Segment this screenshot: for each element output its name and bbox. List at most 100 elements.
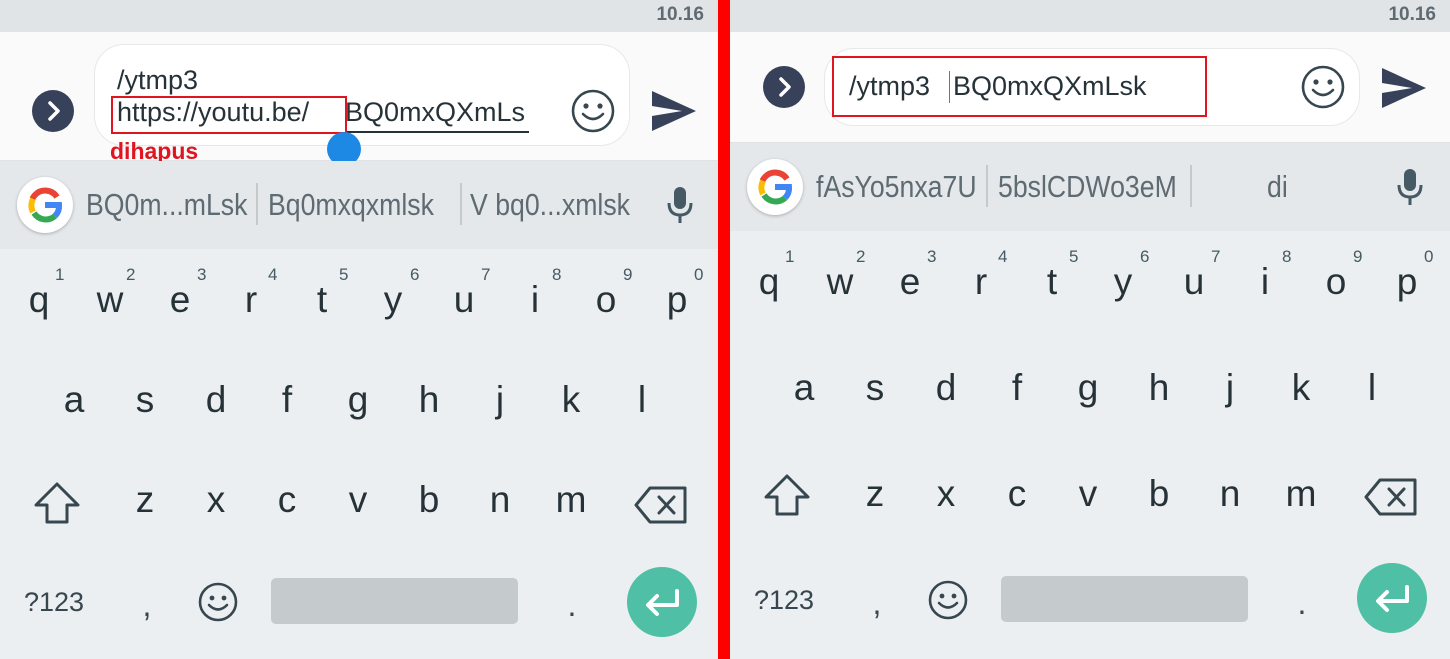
key-period[interactable]: . <box>557 587 587 624</box>
key-hint: 1 <box>55 265 65 284</box>
suggestion-divider <box>986 165 988 207</box>
key-s[interactable]: s <box>845 367 905 409</box>
key-o[interactable]: o <box>576 279 636 321</box>
suggestion-strip: BQ0m...mLsk Bq0mxqxmlsk V bq0...xmlsk <box>0 161 718 249</box>
key-x[interactable]: x <box>916 473 976 515</box>
key-hint: 0 <box>694 265 704 284</box>
suggestion-1[interactable]: BQ0m...mLsk <box>86 187 247 223</box>
expand-icon[interactable] <box>763 66 805 108</box>
emoji-icon[interactable] <box>1300 64 1346 115</box>
key-h[interactable]: h <box>1129 367 1189 409</box>
key-r[interactable]: r <box>221 279 281 321</box>
key-i[interactable]: i <box>505 279 565 321</box>
key-b[interactable]: b <box>399 479 459 521</box>
key-comma[interactable]: , <box>862 585 892 622</box>
key-w[interactable]: w <box>810 261 870 303</box>
key-m[interactable]: m <box>1271 473 1331 515</box>
key-u[interactable]: u <box>1164 261 1224 303</box>
key-f[interactable]: f <box>257 379 317 421</box>
google-icon[interactable] <box>747 159 803 215</box>
key-c[interactable]: c <box>257 479 317 521</box>
key-period[interactable]: . <box>1287 585 1317 622</box>
key-v[interactable]: v <box>328 479 388 521</box>
key-j[interactable]: j <box>470 379 530 421</box>
key-hint: 4 <box>998 247 1008 266</box>
backspace-icon[interactable] <box>1364 477 1418 522</box>
suggestion-2[interactable]: 5bslCDWo3eM <box>998 169 1177 205</box>
status-bar: 10.16 <box>0 0 718 32</box>
key-d[interactable]: d <box>186 379 246 421</box>
key-p[interactable]: p <box>647 279 707 321</box>
key-a[interactable]: a <box>44 379 104 421</box>
suggestion-divider <box>460 183 462 225</box>
key-hint: 3 <box>927 247 937 266</box>
shift-icon[interactable] <box>763 473 811 522</box>
key-n[interactable]: n <box>1200 473 1260 515</box>
key-comma[interactable]: , <box>132 587 162 624</box>
enter-icon[interactable] <box>627 567 697 637</box>
key-z[interactable]: z <box>845 473 905 515</box>
space-key[interactable] <box>271 578 518 624</box>
suggestion-divider <box>1190 165 1192 207</box>
key-e[interactable]: e <box>150 279 210 321</box>
space-key[interactable] <box>1001 576 1248 622</box>
key-r[interactable]: r <box>951 261 1011 303</box>
key-e[interactable]: e <box>880 261 940 303</box>
key-p[interactable]: p <box>1377 261 1437 303</box>
key-hint: 4 <box>268 265 278 284</box>
symbols-key[interactable]: ?123 <box>24 587 84 618</box>
key-w[interactable]: w <box>80 279 140 321</box>
key-l[interactable]: l <box>612 379 672 421</box>
shift-icon[interactable] <box>33 481 81 530</box>
key-y[interactable]: y <box>363 279 423 321</box>
key-v[interactable]: v <box>1058 473 1118 515</box>
key-f[interactable]: f <box>987 367 1047 409</box>
key-c[interactable]: c <box>987 473 1047 515</box>
key-y[interactable]: y <box>1093 261 1153 303</box>
key-m[interactable]: m <box>541 479 601 521</box>
key-q[interactable]: q <box>739 261 799 303</box>
key-i[interactable]: i <box>1235 261 1295 303</box>
key-q[interactable]: q <box>9 279 69 321</box>
key-hint: 1 <box>785 247 795 266</box>
key-b[interactable]: b <box>1129 473 1189 515</box>
suggestion-2[interactable]: Bq0mxqxmlsk <box>268 187 434 223</box>
google-icon[interactable] <box>17 177 73 233</box>
key-x[interactable]: x <box>186 479 246 521</box>
emoji-key-icon[interactable] <box>197 581 239 628</box>
enter-icon[interactable] <box>1357 563 1427 633</box>
key-z[interactable]: z <box>115 479 175 521</box>
key-k[interactable]: k <box>541 379 601 421</box>
send-icon[interactable] <box>650 88 698 139</box>
suggestion-1[interactable]: fAsYo5nxa7U <box>816 169 977 205</box>
send-icon[interactable] <box>1380 65 1428 116</box>
key-t[interactable]: t <box>1022 261 1082 303</box>
suggestion-3[interactable]: di <box>1267 169 1288 205</box>
key-hint: 2 <box>856 247 866 266</box>
key-h[interactable]: h <box>399 379 459 421</box>
key-l[interactable]: l <box>1342 367 1402 409</box>
key-j[interactable]: j <box>1200 367 1260 409</box>
emoji-key-icon[interactable] <box>927 579 969 626</box>
status-bar: 10.16 <box>730 0 1450 32</box>
key-g[interactable]: g <box>328 379 388 421</box>
key-d[interactable]: d <box>916 367 976 409</box>
key-g[interactable]: g <box>1058 367 1118 409</box>
key-u[interactable]: u <box>434 279 494 321</box>
expand-icon[interactable] <box>32 90 74 132</box>
key-k[interactable]: k <box>1271 367 1331 409</box>
key-hint: 7 <box>1211 247 1221 266</box>
mic-icon[interactable] <box>666 185 694 230</box>
mic-icon[interactable] <box>1396 167 1424 212</box>
symbols-key[interactable]: ?123 <box>754 585 814 616</box>
key-o[interactable]: o <box>1306 261 1366 303</box>
backspace-icon[interactable] <box>634 485 688 530</box>
suggestion-3[interactable]: V bq0...xmlsk <box>470 187 630 223</box>
key-t[interactable]: t <box>292 279 352 321</box>
deleted-url-highlight <box>111 96 347 134</box>
key-s[interactable]: s <box>115 379 175 421</box>
key-n[interactable]: n <box>470 479 530 521</box>
key-a[interactable]: a <box>774 367 834 409</box>
key-hint: 6 <box>1140 247 1150 266</box>
emoji-icon[interactable] <box>570 88 616 139</box>
